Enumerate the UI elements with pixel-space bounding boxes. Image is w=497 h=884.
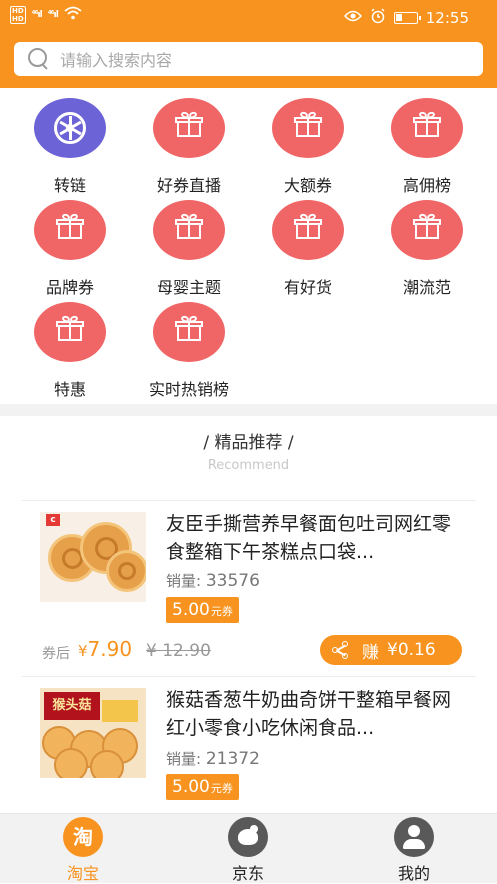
gift-icon: [56, 314, 84, 341]
brand-logo: c: [46, 514, 60, 526]
wifi-icon: [64, 6, 82, 24]
tab-jd[interactable]: 京东: [188, 814, 308, 884]
clock: 12:55: [425, 9, 469, 27]
category-item-hot-sales[interactable]: 实时热销榜: [129, 292, 249, 399]
category-item-brand-coupon[interactable]: 品牌券: [10, 190, 130, 297]
category-label: 有好货: [283, 278, 332, 297]
gift-icon: [413, 212, 441, 239]
product-title: 友臣手撕营养早餐面包吐司网红零食整箱下午茶糕点口袋...: [166, 513, 452, 563]
gift-icon: [294, 212, 322, 239]
bottom-tabbar: 淘 淘宝 京东 我的: [0, 813, 497, 883]
wheel-icon: [54, 112, 86, 144]
category-label: 潮流范: [402, 278, 451, 297]
eye-icon: [343, 10, 362, 26]
category-item-special-offer[interactable]: 特惠: [10, 292, 130, 399]
signal-icon: ⁴⁶ıl: [47, 10, 59, 20]
category-item-trend[interactable]: 潮流范: [367, 190, 487, 297]
category-grid: 转链 好券直播 大额券 高佣榜 品牌券 母婴主题 有好货 潮流范 特惠 实时热销…: [0, 88, 497, 404]
final-price: ¥7.90: [78, 637, 133, 661]
alarm-icon: [370, 8, 386, 28]
user-icon: [394, 817, 434, 857]
status-bar: HD HD ⁴⁶ıl ⁴⁶ıl 12:55: [0, 0, 497, 36]
gift-icon: [413, 110, 441, 137]
product-card[interactable]: 猴头菇 猴菇香葱牛奶曲奇饼干整箱早餐网红小零食小吃休闲食品... 销量: 213…: [0, 676, 497, 813]
gift-icon: [294, 110, 322, 137]
category-item-high-commission[interactable]: 高佣榜: [367, 88, 487, 195]
product-image: 猴头菇: [40, 688, 146, 778]
product-sales: 销量: 33576: [166, 571, 260, 591]
coupon-badge: 5.00 元券: [166, 774, 239, 800]
category-item-mother-baby[interactable]: 母婴主题: [129, 190, 249, 297]
tab-label: 淘宝: [66, 864, 99, 883]
category-item-good-goods[interactable]: 有好货: [248, 190, 368, 297]
product-image: c: [40, 512, 146, 602]
jd-dog-icon: [228, 817, 268, 857]
original-price: ¥ 12.90: [146, 641, 211, 661]
product-title: 猴菇香葱牛奶曲奇饼干整箱早餐网红小零食小吃休闲食品...: [166, 689, 452, 739]
tab-label: 京东: [231, 864, 264, 883]
gift-icon: [56, 212, 84, 239]
recommend-title: / 精品推荐 /: [203, 433, 294, 453]
gift-icon: [175, 110, 203, 137]
share-earn-button[interactable]: 赚 ¥0.16: [320, 635, 462, 665]
product-sales: 销量: 21372: [166, 749, 260, 769]
battery-icon: [393, 12, 421, 24]
gift-icon: [175, 314, 203, 341]
coupon-badge: 5.00 元券: [166, 597, 239, 623]
search-input[interactable]: 请输入搜索内容: [14, 42, 483, 76]
tab-taobao[interactable]: 淘 淘宝: [23, 814, 143, 884]
price-row: 券后 ¥7.90 ¥ 12.90 赚 ¥0.16: [42, 635, 462, 667]
search-placeholder: 请输入搜索内容: [60, 51, 173, 70]
category-icon-bg: [34, 98, 106, 158]
product-card[interactable]: c 友臣手撕营养早餐面包吐司网红零食整箱下午茶糕点口袋... 销量: 33576…: [0, 500, 497, 676]
search-icon: [28, 48, 50, 70]
taobao-icon: 淘: [63, 817, 103, 857]
category-label: 实时热销榜: [148, 380, 229, 399]
category-item-big-coupon[interactable]: 大额券: [248, 88, 368, 195]
signal-icon: ⁴⁶ıl: [31, 10, 43, 20]
category-label: 特惠: [53, 380, 86, 399]
category-item-zhuanlian[interactable]: 转链: [10, 88, 130, 195]
gift-icon: [175, 212, 203, 239]
tab-label: 我的: [397, 864, 430, 883]
section-divider: [0, 404, 497, 416]
after-coupon-label: 券后: [42, 646, 70, 662]
share-icon: [332, 641, 350, 659]
tab-mine[interactable]: 我的: [354, 814, 474, 884]
category-item-haoquan-live[interactable]: 好券直播: [129, 88, 249, 195]
recommend-subtitle: Recommend: [207, 458, 290, 473]
header: 请输入搜索内容: [0, 36, 497, 88]
hd-badge: HD HD: [10, 6, 26, 24]
